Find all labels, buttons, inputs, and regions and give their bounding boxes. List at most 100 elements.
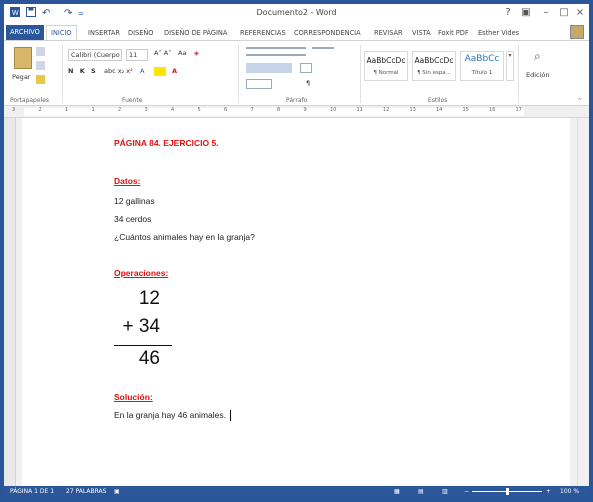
- style-name: ¶ Normal: [373, 70, 399, 76]
- style-titulo-1[interactable]: AaBbCc Título 1: [460, 51, 504, 81]
- ruler-number: 14: [436, 107, 443, 113]
- group-label-clipboard: Portapapeles: [10, 97, 50, 104]
- vertical-scrollbar[interactable]: [577, 118, 589, 486]
- datos-line: 12 gallinas: [114, 196, 155, 206]
- status-bar: PÁGINA 1 DE 1 27 PALABRAS ▣ ▦ ▤ ▥ − + 10…: [4, 486, 589, 498]
- style-sample: AaBbCcDc: [366, 56, 406, 65]
- tab-diseno[interactable]: DISEÑO: [128, 26, 154, 40]
- read-mode-icon[interactable]: ▦: [394, 488, 400, 495]
- tab-insertar[interactable]: INSERTAR: [88, 26, 120, 40]
- maximize-button[interactable]: □: [556, 6, 572, 20]
- print-layout-icon[interactable]: ▤: [418, 488, 424, 495]
- change-case-icon[interactable]: Aa: [178, 49, 186, 57]
- user-name[interactable]: Esther Vides: [478, 26, 519, 40]
- sum-line: [114, 345, 172, 346]
- page-count[interactable]: PÁGINA 1 DE 1: [10, 488, 54, 495]
- horizontal-ruler[interactable]: 3 2 1 1 2 3 4 5 6 7 8 9 10 11 12 13 14 15 16 17: [4, 106, 589, 118]
- ribbon-display-button[interactable]: ▣: [518, 6, 534, 20]
- paste-icon[interactable]: [14, 47, 32, 69]
- divider: [360, 45, 361, 103]
- ruler-number: 5: [197, 107, 201, 113]
- ruler-number: 3: [12, 107, 16, 113]
- style-name: Título 1: [471, 70, 493, 76]
- editing-button[interactable]: Edición: [526, 71, 550, 79]
- shading-icon[interactable]: [246, 79, 272, 89]
- tab-referencias[interactable]: REFERENCIAS: [240, 26, 286, 40]
- ruler-number: 17: [515, 107, 522, 113]
- vertical-ruler[interactable]: [4, 118, 16, 486]
- highlight-icon[interactable]: [154, 67, 166, 76]
- format-painter-icon[interactable]: [36, 75, 45, 84]
- operaciones-label: Operaciones:: [114, 268, 169, 278]
- line-spacing-icon[interactable]: [300, 63, 312, 73]
- list-buttons-icon[interactable]: [246, 47, 306, 56]
- group-label-paragraph: Párrafo: [286, 97, 308, 104]
- ruler-track: [24, 108, 524, 116]
- divider: [238, 45, 239, 103]
- group-label-font: Fuente: [122, 97, 143, 104]
- font-color-icon[interactable]: A: [172, 67, 177, 75]
- minimize-button[interactable]: –: [538, 6, 554, 20]
- datos-line: 34 cerdos: [114, 214, 152, 224]
- ruler-number: 12: [383, 107, 390, 113]
- collapse-ribbon-icon[interactable]: ˄: [578, 97, 581, 105]
- strike-sub-sup-icon[interactable]: abc x₂ x²: [104, 67, 133, 75]
- word-window: W ↶ ↷ = Documento2 - Word ? ▣ – □ × ARCH…: [4, 4, 589, 498]
- datos-label: Datos:: [114, 176, 141, 186]
- zoom-slider-thumb[interactable]: [506, 488, 509, 495]
- style-normal[interactable]: AaBbCcDc ¶ Normal: [364, 51, 408, 81]
- tab-vista[interactable]: VISTA: [412, 26, 431, 40]
- ruler-number: 16: [489, 107, 496, 113]
- tab-correspondencia[interactable]: CORRESPONDENCIA: [294, 26, 361, 40]
- divider: [62, 45, 63, 103]
- web-layout-icon[interactable]: ▥: [442, 488, 448, 495]
- solucion-text: En la granja hay 46 animales.: [114, 410, 226, 420]
- zoom-out-icon[interactable]: −: [464, 488, 469, 495]
- ruler-number: 2: [118, 107, 122, 113]
- style-sample: AaBbCcDc: [414, 56, 454, 65]
- indent-buttons-icon[interactable]: [312, 47, 334, 56]
- zoom-in-icon[interactable]: +: [546, 488, 551, 495]
- ruler-number: 1: [65, 107, 69, 113]
- find-icon[interactable]: ⌕: [534, 49, 541, 64]
- document-heading: PÁGINA 84. EJERCICIO 5.: [114, 138, 219, 148]
- ruler-number: 3: [144, 107, 148, 113]
- tab-archivo[interactable]: ARCHIVO: [6, 25, 44, 40]
- zoom-level[interactable]: 100 %: [560, 488, 579, 495]
- avatar[interactable]: [570, 25, 584, 39]
- clear-format-icon[interactable]: ◈: [194, 49, 199, 57]
- tab-diseno-pagina[interactable]: DISEÑO DE PÁGINA: [164, 26, 227, 40]
- operation-result: 46: [138, 348, 160, 369]
- text-effects-icon[interactable]: A: [140, 67, 144, 75]
- ribbon-tabs: ARCHIVO INICIO INSERTAR DISEÑO DISEÑO DE…: [4, 24, 589, 40]
- ruler-number: 11: [356, 107, 363, 113]
- tab-inicio[interactable]: INICIO: [46, 25, 77, 40]
- paste-label[interactable]: Pegar: [12, 73, 30, 81]
- tab-revisar[interactable]: REVISAR: [374, 26, 403, 40]
- font-size-box[interactable]: 11: [126, 49, 148, 61]
- ruler-number: 13: [409, 107, 416, 113]
- style-sin-espaciado[interactable]: AaBbCcDc ¶ Sin espa...: [412, 51, 456, 81]
- ruler-number: 10: [330, 107, 337, 113]
- tab-foxit-pdf[interactable]: Foxit PDF: [438, 26, 469, 40]
- document-area: PÁGINA 84. EJERCICIO 5. Datos: 12 gallin…: [4, 118, 589, 486]
- document-page[interactable]: PÁGINA 84. EJERCICIO 5. Datos: 12 gallin…: [22, 118, 570, 486]
- format-buttons[interactable]: N K S: [68, 67, 98, 75]
- ruler-number: 15: [462, 107, 469, 113]
- operand-top: 12: [138, 288, 160, 309]
- ruler-number: 4: [171, 107, 175, 113]
- close-button[interactable]: ×: [572, 6, 588, 20]
- pilcrow-icon[interactable]: ¶: [306, 79, 310, 87]
- help-button[interactable]: ?: [500, 6, 516, 20]
- align-buttons-icon[interactable]: [246, 63, 292, 73]
- operand-second: + 34: [122, 316, 160, 337]
- word-count[interactable]: 27 PALABRAS: [66, 488, 106, 495]
- proofing-icon[interactable]: ▣: [114, 488, 120, 495]
- font-name-box[interactable]: Calibri (Cuerpo: [68, 49, 122, 61]
- datos-line: ¿Cuántos animales hay en la granja?: [114, 232, 255, 242]
- ruler-number: 8: [277, 107, 281, 113]
- cut-icon[interactable]: [36, 47, 45, 56]
- grow-font-icon[interactable]: A˄ A˅: [154, 49, 171, 57]
- copy-icon[interactable]: [36, 61, 45, 70]
- styles-more-icon[interactable]: ▾: [506, 51, 514, 81]
